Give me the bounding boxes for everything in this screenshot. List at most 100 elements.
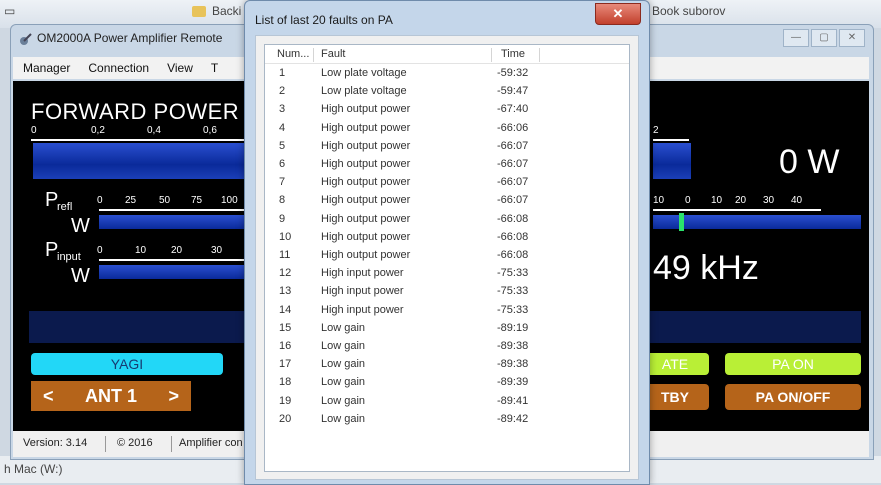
fault-time: -89:38 — [497, 358, 529, 371]
antenna-selector: < ANT 1 > — [31, 381, 191, 411]
table-row[interactable]: 5 High output power -66:07 — [265, 138, 629, 155]
dialog-close-button[interactable]: ✕ — [595, 3, 641, 25]
fault-time: -89:41 — [497, 394, 529, 407]
fault-time: -89:42 — [497, 412, 529, 425]
table-row[interactable]: 11 High output power -66:08 — [265, 247, 629, 264]
menu-manager[interactable]: Manager — [13, 57, 78, 75]
menu-tools[interactable]: T — [201, 57, 226, 75]
forward-power-value: 0 W — [779, 143, 840, 181]
table-row[interactable]: 10 High output power -66:08 — [265, 229, 629, 246]
table-row[interactable]: 19 Low gain -89:41 — [265, 393, 629, 410]
status-divider — [171, 436, 172, 452]
fault-time: -66:07 — [497, 158, 529, 170]
forward-power-label: FORWARD POWER — [31, 99, 240, 124]
fault-time: -59:32 — [497, 67, 529, 79]
fault-time: -66:07 — [497, 176, 529, 189]
pref-tick: 25 — [125, 195, 137, 206]
table-row[interactable]: 20 Low gain -89:42 — [265, 411, 629, 428]
pinput-tick: 10 — [135, 245, 147, 256]
desktop-item-book[interactable]: Book suborov — [652, 4, 725, 18]
antenna-type-button[interactable]: YAGI — [31, 353, 223, 375]
pinput-unit: W — [71, 265, 90, 287]
fault-num: 16 — [279, 340, 292, 352]
table-row[interactable]: 15 Low gain -89:19 — [265, 320, 629, 337]
table-row[interactable]: 6 High output power -66:07 — [265, 156, 629, 173]
fault-num: 3 — [279, 103, 286, 116]
fault-time: -66:07 — [497, 194, 529, 207]
copyright-text: © 2016 — [117, 437, 153, 449]
pa-on-button[interactable]: PA ON — [725, 353, 861, 375]
fault-name: Low gain — [321, 321, 366, 334]
list-header: Num... Fault Time — [265, 45, 629, 64]
amplifier-status-text: Amplifier con — [179, 437, 243, 449]
table-row[interactable]: 12 High input power -75:33 — [265, 265, 629, 282]
table-row[interactable]: 16 Low gain -89:38 — [265, 338, 629, 355]
table-row[interactable]: 13 High input power -75:33 — [265, 283, 629, 300]
pinput-tick: 30 — [211, 245, 223, 256]
antenna-prev-button[interactable]: < — [43, 381, 54, 411]
tune-marker — [679, 213, 684, 231]
fault-time: -75:33 — [497, 303, 529, 316]
fault-name: Low gain — [321, 394, 366, 407]
fault-name: Low gain — [321, 376, 366, 389]
column-fault[interactable]: Fault — [321, 48, 345, 60]
fault-num: 4 — [279, 121, 286, 134]
fault-time: -59:47 — [497, 85, 529, 98]
fault-num: 5 — [279, 139, 286, 152]
table-row[interactable]: 8 High output power -66:07 — [265, 192, 629, 209]
table-row[interactable]: 9 High output power -66:08 — [265, 211, 629, 228]
table-row[interactable]: 18 Low gain -89:39 — [265, 374, 629, 391]
fwd-tick: 0,6 — [203, 125, 217, 136]
fault-num: 14 — [279, 303, 292, 316]
column-divider[interactable] — [313, 48, 314, 62]
fault-name: Low plate voltage — [321, 67, 407, 79]
fwd-tick-right: 2 — [653, 125, 659, 136]
fault-num: 17 — [279, 358, 292, 371]
fault-list[interactable]: Num... Fault Time 1 Low plate voltage -59:… — [264, 44, 630, 472]
right-tick: 10 — [711, 195, 723, 206]
table-row[interactable]: 17 Low gain -89:38 — [265, 356, 629, 373]
fault-num: 2 — [279, 85, 286, 98]
dialog-title: List of last 20 faults on PA — [255, 13, 393, 27]
menu-view[interactable]: View — [157, 57, 201, 75]
antenna-next-button[interactable]: > — [168, 381, 179, 411]
fault-num: 18 — [279, 376, 292, 389]
version-text: Version: 3.14 — [23, 437, 88, 449]
table-row[interactable]: 1 Low plate voltage -59:32 — [265, 65, 629, 82]
table-row[interactable]: 3 High output power -67:40 — [265, 101, 629, 118]
status-divider — [105, 436, 106, 452]
menu-connection[interactable]: Connection — [78, 57, 157, 75]
fault-name: High input power — [321, 267, 404, 280]
pref-tick: 75 — [191, 195, 203, 206]
fault-time: -89:38 — [497, 340, 529, 352]
right-tick: 20 — [735, 195, 747, 206]
column-divider[interactable] — [491, 48, 492, 62]
table-row[interactable]: 4 High output power -66:06 — [265, 120, 629, 137]
pa-onoff-button[interactable]: PA ON/OFF — [725, 384, 861, 410]
fwd-tick: 0 — [31, 125, 37, 136]
column-num[interactable]: Num... — [277, 48, 309, 60]
desktop-item-back[interactable]: Backi — [212, 4, 241, 18]
fault-name: High output power — [321, 230, 411, 243]
satellite-icon — [19, 32, 33, 46]
operate-button[interactable]: ATE — [641, 353, 709, 375]
close-button[interactable]: ✕ — [839, 29, 865, 47]
table-row[interactable]: 14 High input power -75:33 — [265, 302, 629, 319]
column-divider[interactable] — [539, 48, 540, 62]
fault-name: High output power — [321, 212, 411, 225]
standby-button[interactable]: TBY — [641, 384, 709, 410]
minimize-button[interactable]: — — [783, 29, 809, 47]
fault-time: -66:07 — [497, 139, 529, 152]
antenna-label: ANT 1 — [84, 386, 137, 406]
fault-num: 7 — [279, 176, 286, 189]
pinput-meter — [99, 265, 253, 279]
fault-time: -66:08 — [497, 212, 529, 225]
table-row[interactable]: 7 High output power -66:07 — [265, 174, 629, 191]
fault-time: -67:40 — [497, 103, 529, 116]
table-row[interactable]: 2 Low plate voltage -59:47 — [265, 83, 629, 100]
column-time[interactable]: Time — [501, 48, 525, 60]
fault-name: High output power — [321, 176, 411, 189]
fwd-tick: 0,4 — [147, 125, 161, 136]
maximize-button[interactable]: ▢ — [811, 29, 837, 47]
drive-label[interactable]: h Mac (W:) — [4, 462, 62, 476]
